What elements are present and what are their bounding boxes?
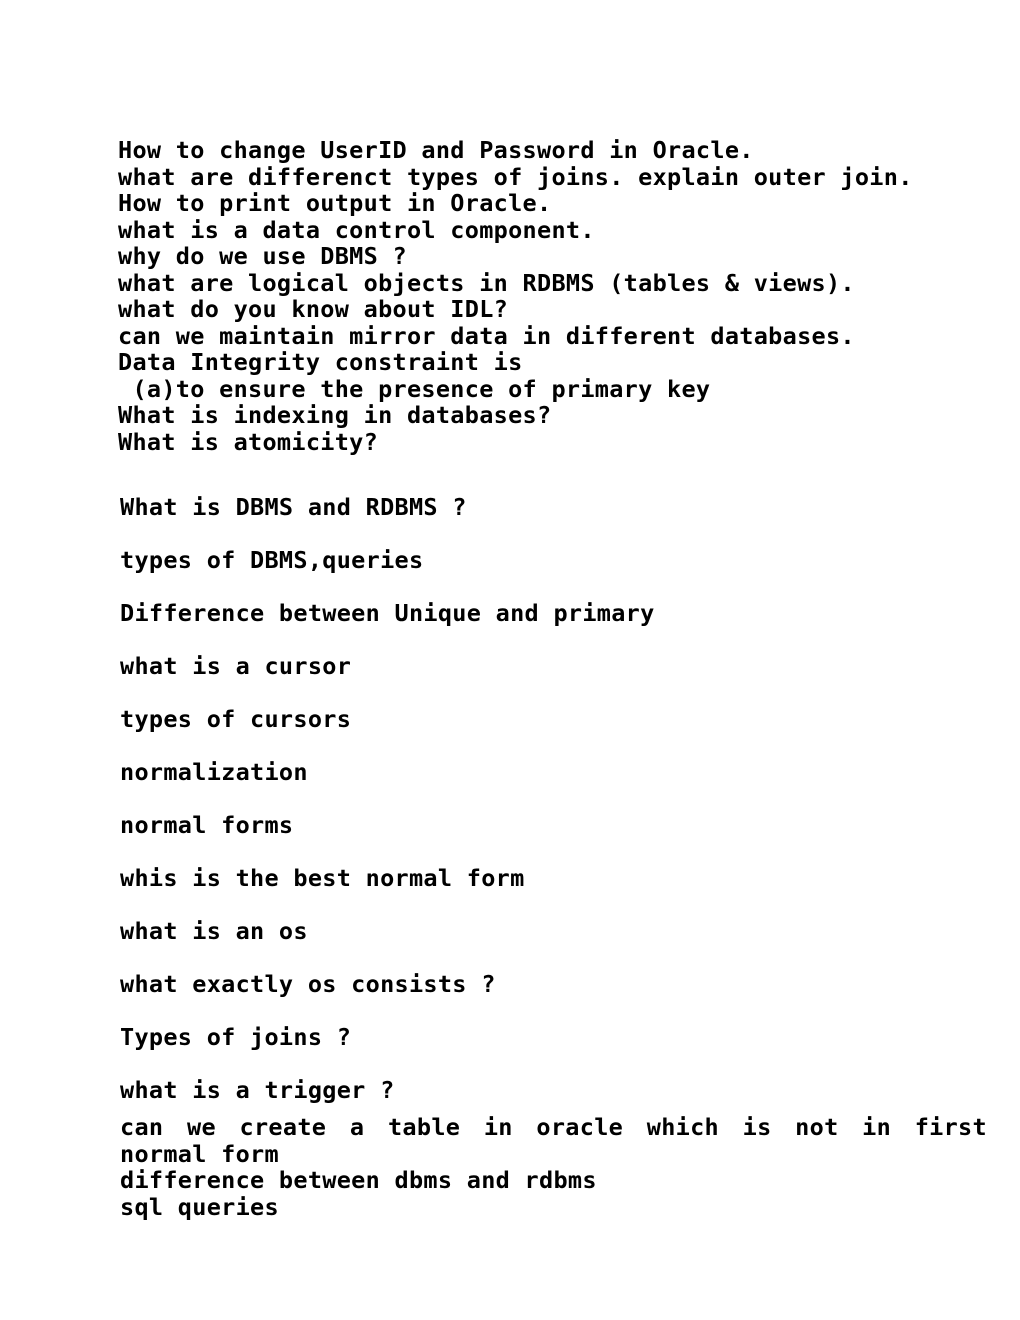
question-line: types of cursors <box>120 705 352 733</box>
question-line: What is DBMS and RDBMS ? <box>120 493 467 521</box>
question-line: What is atomicity? <box>118 427 379 456</box>
question-line: Difference between Unique and primary <box>120 599 655 627</box>
question-line: sql queries <box>120 1192 279 1221</box>
question-line: How to change UserID and Password in Ora… <box>118 136 754 164</box>
question-line: normal forms <box>120 811 294 839</box>
question-line: What is indexing in databases? <box>118 401 552 429</box>
question-line: what is a trigger ? <box>120 1076 395 1104</box>
question-line: what exactly os consists ? <box>120 970 496 998</box>
question-block-compact-top: How to change UserID and Password in Ora… <box>118 137 978 455</box>
question-line-wrapped-continuation: normal form <box>120 1139 279 1168</box>
question-line-sub-item: (a)to ensure the presence of primary key <box>118 374 711 403</box>
question-line: difference between dbms and rdbms <box>120 1166 597 1194</box>
question-line: can we maintain mirror data in different… <box>118 321 855 350</box>
question-line: what are differenct types of joins. expl… <box>118 162 913 191</box>
question-block-compact-bottom: can we create a table in oracle which is… <box>120 1113 987 1221</box>
document-page: How to change UserID and Password in Ora… <box>0 0 1020 1320</box>
question-line: How to print output in Oracle. <box>118 189 552 217</box>
question-line: Data Integrity constraint is <box>118 348 523 376</box>
question-line: what is an os <box>120 917 308 945</box>
question-line: Types of joins ? <box>120 1023 352 1051</box>
question-line: what is a cursor <box>120 652 352 680</box>
question-line: what do you know about IDL? <box>118 295 509 323</box>
question-line-wrapped: can we create a table in oracle which is… <box>120 1113 987 1141</box>
question-line: what is a data control component. <box>118 215 595 244</box>
question-line: normalization <box>120 758 308 786</box>
question-line: why do we use DBMS ? <box>118 242 407 270</box>
question-block-spaced: What is DBMS and RDBMS ? types of DBMS,q… <box>120 481 980 1117</box>
question-line: what are logical objects in RDBMS (table… <box>118 268 855 297</box>
question-line: whis is the best normal form <box>120 864 525 892</box>
question-line: types of DBMS,queries <box>120 546 424 574</box>
